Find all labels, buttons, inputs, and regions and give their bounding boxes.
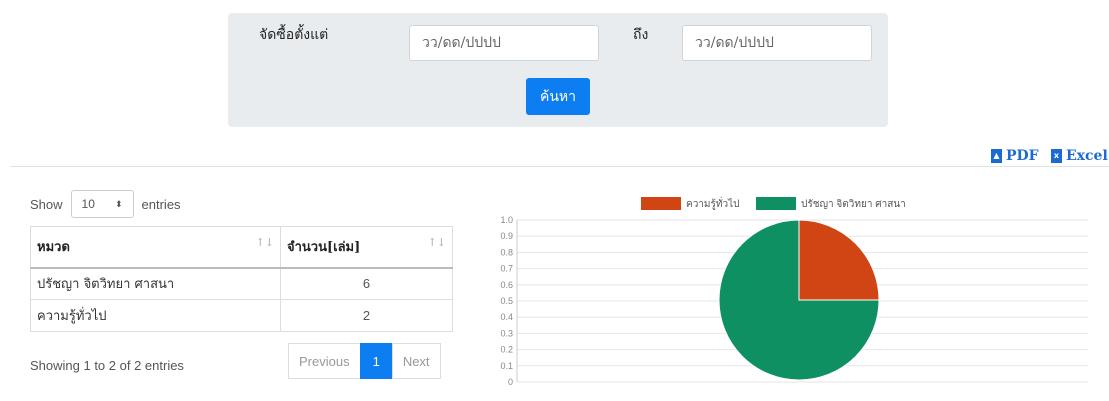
search-button[interactable]: ค้นหา [526, 78, 590, 115]
legend-swatch[interactable] [641, 197, 681, 210]
table-row: ความรู้ทั่วไป 2 [30, 299, 453, 332]
entries-select[interactable]: 10 ⬍ [70, 190, 134, 218]
y-tick-label: 0.7 [500, 264, 513, 274]
chart-legend: ความรู้ทั่วไป ปรัชญา จิตวิทยา ศาสนา [641, 196, 906, 210]
export-pdf-link[interactable]: ▲ PDF [991, 146, 1039, 166]
to-label: ถึง [633, 27, 649, 43]
data-table: หมวด ↑↓ จำนวน[เล่ม] ↑↓ ปรัชญา จิตวิทยา ศ… [30, 226, 453, 332]
search-panel: จัดซื้อตั้งแต่ ถึง ค้นหา [228, 13, 888, 127]
export-excel-label: Excel [1066, 148, 1108, 164]
pdf-file-icon: ▲ [991, 149, 1002, 163]
column-header-category[interactable]: หมวด ↑↓ [30, 226, 281, 269]
pagination-page-1[interactable]: 1 [359, 343, 393, 379]
y-tick-label: 0.5 [500, 296, 513, 306]
table-row: ปรัชญา จิตวิทยา ศาสนา 6 [30, 267, 453, 300]
chart-slices [718, 219, 880, 381]
y-tick-label: 0.1 [500, 361, 513, 371]
pie-chart: ความรู้ทั่วไป ปรัชญา จิตวิทยา ศาสนา 1.0 0.… [500, 196, 1088, 387]
y-tick-label: 0.8 [500, 247, 513, 257]
y-tick-label: 0.9 [500, 231, 513, 241]
export-pdf-label: PDF [1006, 148, 1039, 164]
export-excel-link[interactable]: x Excel [1051, 146, 1108, 166]
legend-swatch[interactable] [756, 197, 796, 210]
column-header-category-label: หมวด [37, 240, 70, 256]
y-tick-label: 0.3 [500, 328, 513, 338]
from-date-input[interactable] [409, 25, 599, 61]
excel-file-icon: x [1051, 149, 1062, 163]
pagination: Previous 1 Next [288, 343, 441, 379]
pagination-next[interactable]: Next [391, 343, 441, 379]
show-suffix: entries [141, 196, 181, 212]
y-tick-label: 0.4 [500, 312, 513, 322]
sort-icon: ↑↓ [255, 236, 274, 250]
show-entries: Show 10 ⬍ entries [30, 190, 181, 218]
cell-count: 2 [280, 299, 453, 332]
pagination-previous[interactable]: Previous [288, 343, 361, 379]
column-header-count-label: จำนวน[เล่ม] [287, 240, 361, 256]
legend-label: ปรัชญา จิตวิทยา ศาสนา [801, 199, 906, 210]
y-tick-label: 1.0 [500, 215, 513, 225]
from-label: จัดซื้อตั้งแต่ [259, 27, 329, 43]
to-date-input[interactable] [682, 25, 872, 61]
cell-count: 6 [280, 267, 453, 300]
cell-category: ความรู้ทั่วไป [30, 299, 281, 332]
show-prefix: Show [30, 196, 63, 212]
y-tick-label: 0 [508, 377, 513, 387]
y-tick-label: 0.6 [500, 280, 513, 290]
table-header-row: หมวด ↑↓ จำนวน[เล่ม] ↑↓ [30, 226, 453, 269]
entries-select-value: 10 [81, 197, 95, 211]
cell-category: ปรัชญา จิตวิทยา ศาสนา [30, 267, 281, 300]
legend-label: ความรู้ทั่วไป [686, 196, 739, 210]
select-caret-icon: ⬍ [114, 198, 123, 209]
divider [10, 166, 1109, 167]
y-tick-label: 0.2 [500, 345, 513, 355]
table-info: Showing 1 to 2 of 2 entries [30, 358, 184, 373]
column-header-count[interactable]: จำนวน[เล่ม] ↑↓ [280, 226, 453, 269]
pie-slice[interactable] [798, 219, 880, 301]
sort-icon: ↑↓ [427, 236, 446, 250]
